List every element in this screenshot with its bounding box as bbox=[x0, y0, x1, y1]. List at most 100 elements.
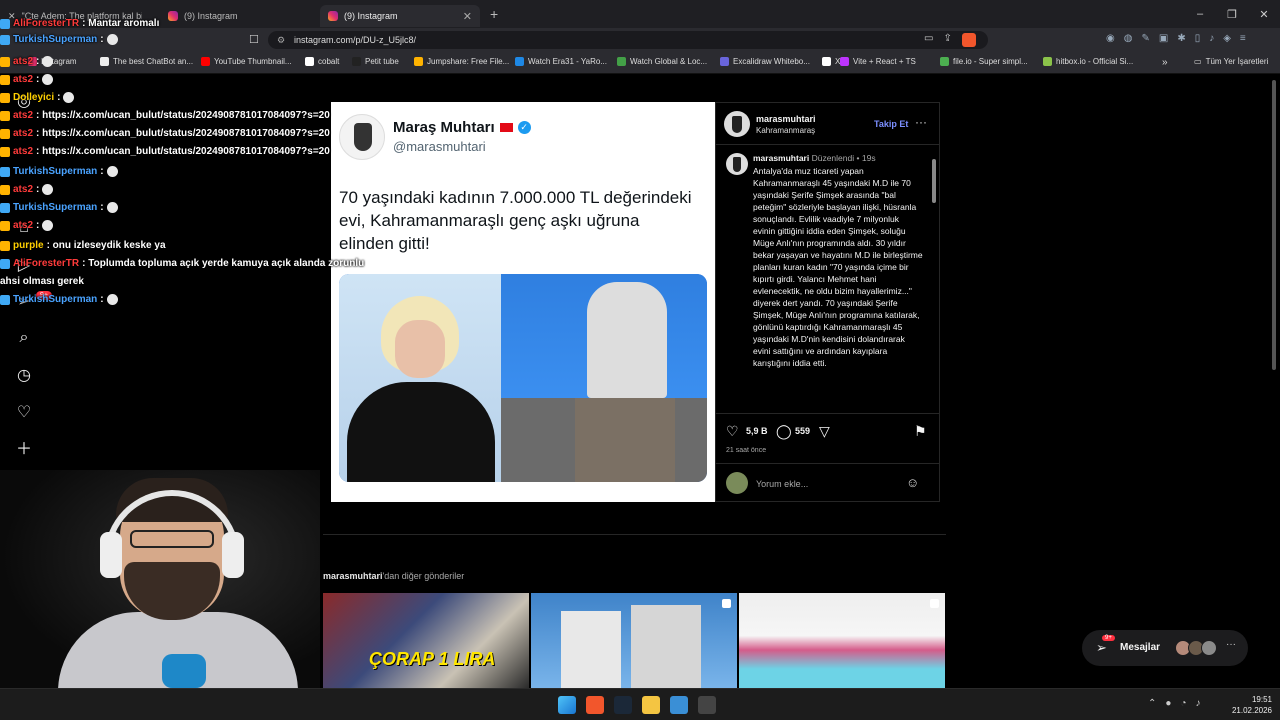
bookmark-label: hitbox.io - Official Si... bbox=[1056, 57, 1134, 66]
like-heart-icon[interactable]: ♡ bbox=[726, 423, 739, 440]
minimize-icon[interactable]: – bbox=[1184, 8, 1216, 20]
windows-start-icon[interactable] bbox=[558, 696, 576, 714]
chevron-up-icon[interactable]: ⌃ bbox=[1148, 698, 1156, 709]
extension-icon[interactable]: ◉ bbox=[1106, 33, 1115, 44]
bookmark-item[interactable]: YouTube Thumbnail... bbox=[201, 57, 292, 66]
bookmark-item[interactable]: Jumpshare: Free File... bbox=[414, 57, 509, 66]
share-icon[interactable]: ⇪ bbox=[943, 33, 951, 47]
bookmark-item[interactable]: Petit tube bbox=[352, 57, 399, 66]
bookmark-item[interactable]: cobalt bbox=[305, 57, 339, 66]
bookmark-item[interactable]: X bbox=[822, 57, 840, 66]
url-field[interactable]: ⚙ instagram.com/p/DU-z_U5jlc8/ bbox=[268, 31, 988, 49]
bookmark-item[interactable]: The best ChatBot an... bbox=[100, 57, 193, 66]
extension-icon[interactable]: ✎ bbox=[1141, 33, 1149, 44]
vpn-icon[interactable]: ◈ bbox=[1223, 33, 1231, 44]
bookmark-label: Vite + React + TS bbox=[853, 57, 916, 66]
extension-icon[interactable]: ▣ bbox=[1159, 33, 1168, 44]
restore-icon[interactable]: ❐ bbox=[1216, 8, 1248, 21]
messages-button[interactable]: ➢ 9+ Mesajlar ··· bbox=[1082, 630, 1248, 666]
emoji-icon[interactable]: ☺ bbox=[906, 475, 919, 490]
post-thumbnail[interactable] bbox=[531, 593, 737, 688]
chat-text: : bbox=[57, 92, 61, 103]
comment-input[interactable]: Yorum ekle... bbox=[756, 479, 808, 489]
bookmark-item[interactable]: Vite + React + TS bbox=[840, 57, 916, 66]
app-icon[interactable] bbox=[670, 696, 688, 714]
bookmark-item[interactable]: Watch Global & Loc... bbox=[617, 57, 707, 66]
post-thumbnail[interactable] bbox=[739, 593, 945, 688]
sidebar-icon[interactable]: ▯ bbox=[1195, 33, 1201, 44]
more-posts-user[interactable]: marasmuhtari bbox=[323, 571, 383, 581]
extension-icon[interactable]: ◍ bbox=[1124, 33, 1133, 44]
avatar[interactable] bbox=[726, 153, 748, 175]
file-explorer-icon[interactable] bbox=[642, 696, 660, 714]
bookmark-item[interactable]: hitbox.io - Official Si... bbox=[1043, 57, 1133, 66]
like-count[interactable]: 5,9 B bbox=[746, 426, 768, 436]
post-location[interactable]: Kahramanmaraş bbox=[756, 126, 815, 135]
post-username[interactable]: marasmuhtari bbox=[756, 114, 816, 124]
emote-icon bbox=[42, 184, 54, 195]
tweet-text: 70 yaşındaki kadının 7.000.000 TL değeri… bbox=[339, 188, 692, 253]
emote-icon bbox=[63, 92, 75, 103]
messages-label: Mesajlar bbox=[1120, 642, 1161, 653]
comment-icon[interactable]: ◯ bbox=[776, 423, 792, 440]
puzzle-icon[interactable]: ✱ bbox=[1177, 33, 1185, 44]
chat-badge-icon bbox=[0, 56, 10, 67]
save-bookmark-icon[interactable]: ⚑ bbox=[914, 423, 927, 440]
comment-count[interactable]: 559 bbox=[795, 426, 810, 436]
bookmark-label: Jumpshare: Free File... bbox=[427, 57, 510, 66]
caption-username[interactable]: marasmuhtari bbox=[753, 153, 809, 163]
close-tab-icon[interactable]: ✕ bbox=[463, 10, 472, 23]
all-bookmarks-label: Tüm Yer İşaretleri bbox=[1205, 57, 1269, 66]
windows-taskbar: ⌃ ● ◔ ♪ 19:51 21.02.2026 bbox=[0, 688, 1280, 720]
chat-text: : https://x.com/ucan_bulut/status/202490… bbox=[36, 110, 330, 121]
bookmark-label: Watch Era31 - YaRo... bbox=[528, 57, 607, 66]
tab-instagram-1[interactable]: (9) Instagram bbox=[160, 5, 320, 27]
brave-shield-icon[interactable] bbox=[961, 33, 976, 47]
clock[interactable]: 19:51 21.02.2026 bbox=[1228, 694, 1272, 716]
post-actions: ♡ 5,9 B ◯ 559 ▽ ⚑ 21 saat önce bbox=[716, 413, 939, 463]
chat-username: Dolleyici bbox=[13, 92, 55, 103]
site-settings-icon[interactable]: ⚙ bbox=[277, 35, 285, 46]
menu-icon[interactable]: ≡ bbox=[1240, 33, 1246, 44]
bookmark-item[interactable]: file.io - Super simpl... bbox=[940, 57, 1028, 66]
share-icon[interactable]: ▽ bbox=[819, 423, 830, 440]
wifi-icon[interactable]: ◔ bbox=[1180, 698, 1186, 709]
chat-text: : https://x.com/ucan_bulut/status/202490… bbox=[36, 128, 330, 139]
bookmark-icon[interactable]: ☐ bbox=[249, 33, 259, 46]
chat-badge-icon bbox=[0, 18, 10, 29]
microphone-icon[interactable]: ● bbox=[1165, 698, 1171, 709]
bookmarks-overflow-icon[interactable]: » bbox=[1162, 57, 1168, 68]
caption-scrollbar[interactable] bbox=[932, 151, 937, 409]
cast-icon[interactable]: ▭ bbox=[924, 33, 933, 47]
avatar[interactable] bbox=[724, 111, 750, 137]
post-media[interactable]: Maraş Muhtarı ✓ @marasmuhtari 70 yaşında… bbox=[331, 102, 715, 502]
chat-message: AliForesterTR: Toplumda topluma açık yer… bbox=[0, 258, 364, 269]
post-thumbnail[interactable]: ÇORAP 1 LIRA bbox=[323, 593, 529, 688]
chat-badge-icon bbox=[0, 220, 10, 231]
tab-instagram-active[interactable]: (9) Instagram ✕ bbox=[320, 5, 480, 27]
more-options-icon[interactable]: ··· bbox=[915, 115, 927, 129]
brave-browser-icon[interactable] bbox=[586, 696, 604, 714]
favicon-icon bbox=[414, 57, 423, 66]
volume-icon[interactable]: ♪ bbox=[1195, 698, 1200, 709]
follow-button[interactable]: Takip Et bbox=[874, 119, 908, 129]
bookmark-item[interactable]: Watch Era31 - YaRo... bbox=[515, 57, 607, 66]
close-window-icon[interactable]: ✕ bbox=[1248, 8, 1280, 21]
bookmark-item[interactable]: Excalidraw Whitebo... bbox=[720, 57, 810, 66]
explore-icon[interactable]: ◷ bbox=[12, 364, 36, 388]
steam-icon[interactable] bbox=[614, 696, 632, 714]
create-icon[interactable]: ＋ bbox=[12, 438, 36, 462]
page-scrollbar[interactable] bbox=[1272, 80, 1276, 370]
obs-icon[interactable] bbox=[698, 696, 716, 714]
search-icon[interactable]: ⌕ bbox=[12, 326, 36, 350]
chat-message: purple: onu izleseydik keske ya bbox=[0, 240, 166, 251]
all-bookmarks[interactable]: ▭ Tüm Yer İşaretleri bbox=[1194, 57, 1268, 66]
heart-icon[interactable]: ♡ bbox=[12, 401, 36, 425]
chat-badge-icon bbox=[0, 92, 10, 103]
chat-username: TurkishSuperman bbox=[13, 202, 98, 213]
tab-label: (9) Instagram bbox=[184, 11, 238, 21]
favicon-icon bbox=[617, 57, 626, 66]
extensions: ◉ ◍ ✎ ▣ ✱ ▯ ♪ ◈ ≡ bbox=[1106, 33, 1246, 44]
new-tab-button[interactable]: + bbox=[490, 6, 498, 22]
music-icon[interactable]: ♪ bbox=[1209, 33, 1214, 44]
